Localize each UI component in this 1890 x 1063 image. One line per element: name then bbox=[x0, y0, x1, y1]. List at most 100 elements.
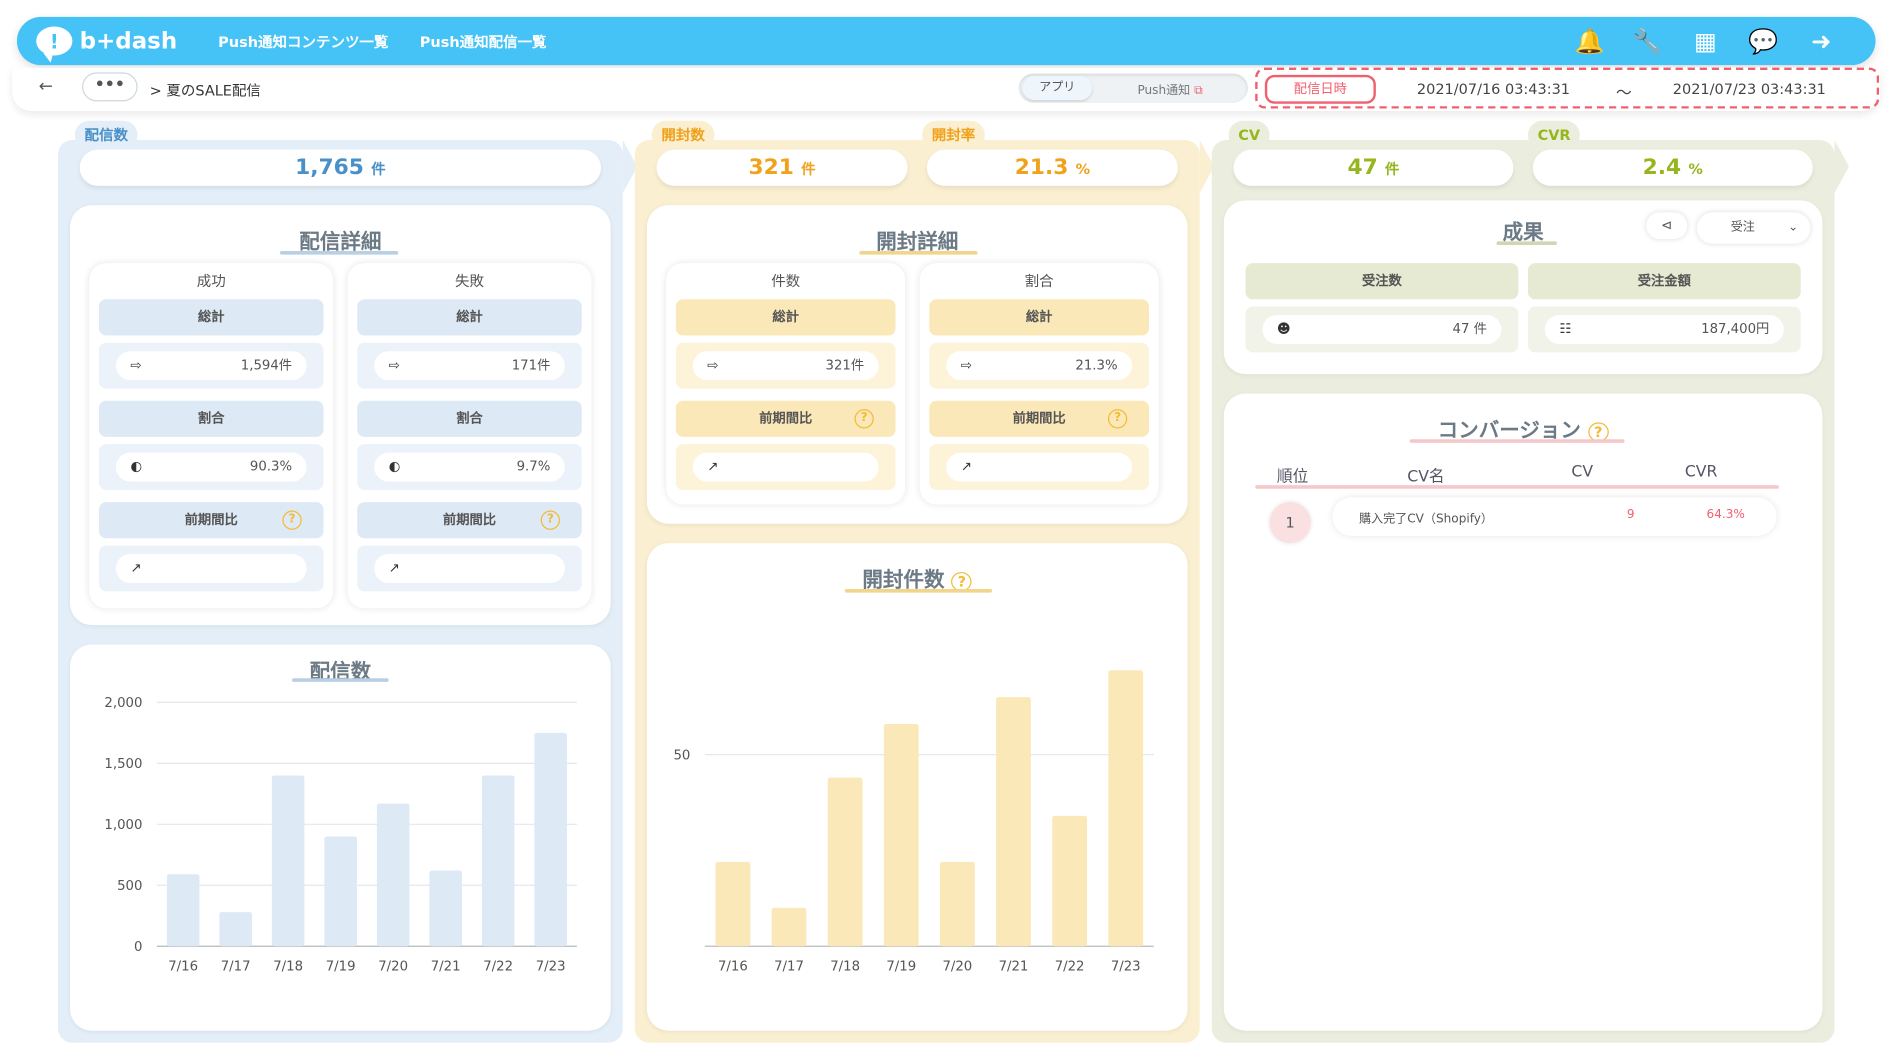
x-tick-label: 7/17 bbox=[774, 959, 804, 974]
open-bar-chart: 50 7/16 7/17 7/18 7/19 7/20 7/21 7/22 7/23 bbox=[673, 670, 1154, 974]
success-ratio-row: ◐ 90.3% bbox=[98, 444, 324, 491]
x-tick-label: 7/20 bbox=[942, 959, 972, 974]
bar[interactable] bbox=[883, 723, 919, 947]
cv-value: 47 件 bbox=[1233, 149, 1514, 186]
x-tick-label: 7/18 bbox=[830, 959, 860, 974]
success-card: 成功 総計 ⇨ 1,594件 割合 ◐ 90.3% 前期間比? ↗ bbox=[89, 263, 334, 609]
date-range: 配信日時 2021/07/16 03:43:31 〜 2021/07/23 03… bbox=[1255, 67, 1880, 109]
title-underline bbox=[1409, 439, 1625, 443]
chevron-down-icon: ⌄ bbox=[1788, 220, 1799, 235]
pie-icon: ◐ bbox=[388, 458, 401, 475]
y-tick-label: 500 bbox=[117, 879, 142, 894]
trend-icon: ↗ bbox=[388, 560, 400, 576]
date-to[interactable]: 2021/07/23 03:43:31 bbox=[1673, 81, 1826, 98]
open-ratio-compare-label: 前期間比? bbox=[929, 400, 1149, 437]
pie-icon: ◐ bbox=[130, 458, 142, 475]
bar[interactable] bbox=[324, 836, 357, 947]
success-total-row: ⇨ 1,594件 bbox=[98, 342, 324, 389]
logout-icon[interactable]: ➜ bbox=[1806, 27, 1837, 56]
sub-toolbar: ← ••• > 夏のSALE配信 アプリ Push通知 ⧉ 配信日時 2021/… bbox=[12, 67, 1881, 112]
cvr-tag: CVR bbox=[1527, 120, 1581, 150]
bell-icon[interactable]: 🔔 bbox=[1574, 27, 1605, 56]
conversion-card: コンバージョン ? 順位 CV名 CV CVR 1 購入完了CV（Shopify… bbox=[1223, 393, 1823, 1031]
open-chart-card: 開封件数 ? 50 7/16 7/17 7/18 7/19 7/20 7/21 7/22 7/2… bbox=[646, 543, 1188, 1031]
failure-ratio-label: 割合 bbox=[357, 400, 582, 437]
toggle-app[interactable]: アプリ bbox=[1022, 76, 1093, 101]
bar[interactable] bbox=[376, 803, 410, 947]
nav-push-content-list[interactable]: Push通知コンテンツ一覧 bbox=[218, 31, 388, 52]
failure-ratio: 9.7% bbox=[516, 458, 551, 475]
back-arrow-icon[interactable]: ← bbox=[39, 77, 53, 96]
open-count-tag: 開封数 bbox=[651, 120, 715, 150]
success-head: 成功 bbox=[196, 272, 226, 290]
col-cv: CV bbox=[1571, 463, 1594, 482]
table-row[interactable]: 購入完了CV（Shopify） 9 64.3% bbox=[1332, 497, 1777, 536]
cv-tag: CV bbox=[1228, 120, 1270, 150]
delivery-bar-chart: 0 500 1,000 1,500 2,000 7/16 7/17 7/18 7/19 7/20 7… bbox=[104, 696, 577, 974]
date-label: 配信日時 bbox=[1264, 74, 1376, 104]
bar[interactable] bbox=[939, 861, 975, 947]
x-tick-label: 7/21 bbox=[999, 959, 1029, 974]
wrench-icon[interactable]: 🔧 bbox=[1632, 27, 1663, 56]
breadcrumb-more-button[interactable]: ••• bbox=[82, 72, 138, 102]
help-icon[interactable]: ? bbox=[1107, 409, 1128, 429]
failure-compare-label: 前期間比? bbox=[357, 502, 582, 539]
logo[interactable]: ! b+dash bbox=[36, 26, 178, 63]
y-tick-label: 2,000 bbox=[104, 696, 142, 711]
share-icon[interactable]: ⊲ bbox=[1646, 212, 1688, 239]
help-icon[interactable]: ? bbox=[282, 510, 302, 530]
x-tick-label: 7/18 bbox=[273, 959, 303, 974]
bar[interactable] bbox=[429, 870, 462, 947]
nav-push-delivery-list[interactable]: Push通知配信一覧 bbox=[420, 31, 547, 52]
success-total: 1,594件 bbox=[240, 357, 293, 373]
trend-icon: ↗ bbox=[707, 458, 719, 475]
logo-text: b+dash bbox=[79, 27, 178, 55]
x-tick-label: 7/19 bbox=[326, 959, 356, 974]
rank-badge: 1 bbox=[1269, 502, 1311, 544]
failure-total-label: 総計 bbox=[357, 299, 582, 336]
channel-toggle[interactable]: アプリ Push通知 ⧉ bbox=[1018, 73, 1248, 103]
open-count-compare-row: ↗ bbox=[675, 444, 896, 491]
bar[interactable] bbox=[771, 907, 807, 947]
help-icon[interactable]: ? bbox=[854, 409, 874, 429]
orders-label: 受注数 bbox=[1245, 263, 1519, 300]
result-select[interactable]: 受注 ⌄ bbox=[1696, 212, 1811, 244]
open-count-head: 件数 bbox=[771, 272, 801, 290]
title-underline bbox=[280, 251, 399, 255]
date-from[interactable]: 2021/07/16 03:43:31 bbox=[1417, 81, 1570, 98]
x-tick-label: 7/16 bbox=[718, 959, 748, 974]
bar[interactable] bbox=[996, 697, 1031, 947]
bar[interactable] bbox=[166, 874, 200, 947]
grid-icon[interactable]: ▦ bbox=[1690, 27, 1721, 56]
bar[interactable] bbox=[534, 732, 567, 947]
col-rank: 順位 bbox=[1276, 468, 1309, 487]
delivery-count-tag: 配信数 bbox=[74, 120, 138, 150]
open-ratio-total-row: ⇨ 21.3% bbox=[929, 342, 1149, 389]
title-underline bbox=[859, 251, 978, 255]
success-ratio-label: 割合 bbox=[98, 400, 324, 437]
bar[interactable] bbox=[219, 912, 252, 947]
receipt-icon: ☷ bbox=[1559, 321, 1572, 337]
bar[interactable] bbox=[1108, 670, 1144, 947]
cvr-value: 2.4% bbox=[1532, 149, 1813, 186]
bar[interactable] bbox=[827, 777, 863, 947]
date-tilde: 〜 bbox=[1616, 84, 1632, 103]
failure-total: 171件 bbox=[511, 357, 551, 373]
x-tick-label: 7/19 bbox=[886, 959, 916, 974]
open-ratio-total-label: 総計 bbox=[929, 299, 1149, 336]
cvr-cell: 64.3% bbox=[1706, 508, 1745, 522]
bar[interactable] bbox=[271, 775, 305, 947]
open-rate-tag: 開封率 bbox=[922, 120, 985, 150]
chat-icon[interactable]: 💬 bbox=[1748, 27, 1779, 56]
toggle-push[interactable]: Push通知 ⧉ bbox=[1092, 79, 1248, 97]
trend-icon: ↗ bbox=[130, 560, 142, 576]
open-ratio-compare-row: ↗ bbox=[929, 444, 1149, 491]
bar[interactable] bbox=[715, 861, 751, 947]
bar[interactable] bbox=[481, 775, 515, 947]
send-icon: ⇨ bbox=[960, 357, 972, 373]
success-total-label: 総計 bbox=[98, 299, 324, 336]
success-compare-row: ↗ bbox=[98, 545, 324, 592]
help-icon[interactable]: ? bbox=[540, 510, 561, 530]
bar[interactable] bbox=[1052, 815, 1088, 947]
amount-label: 受注金額 bbox=[1527, 263, 1801, 300]
